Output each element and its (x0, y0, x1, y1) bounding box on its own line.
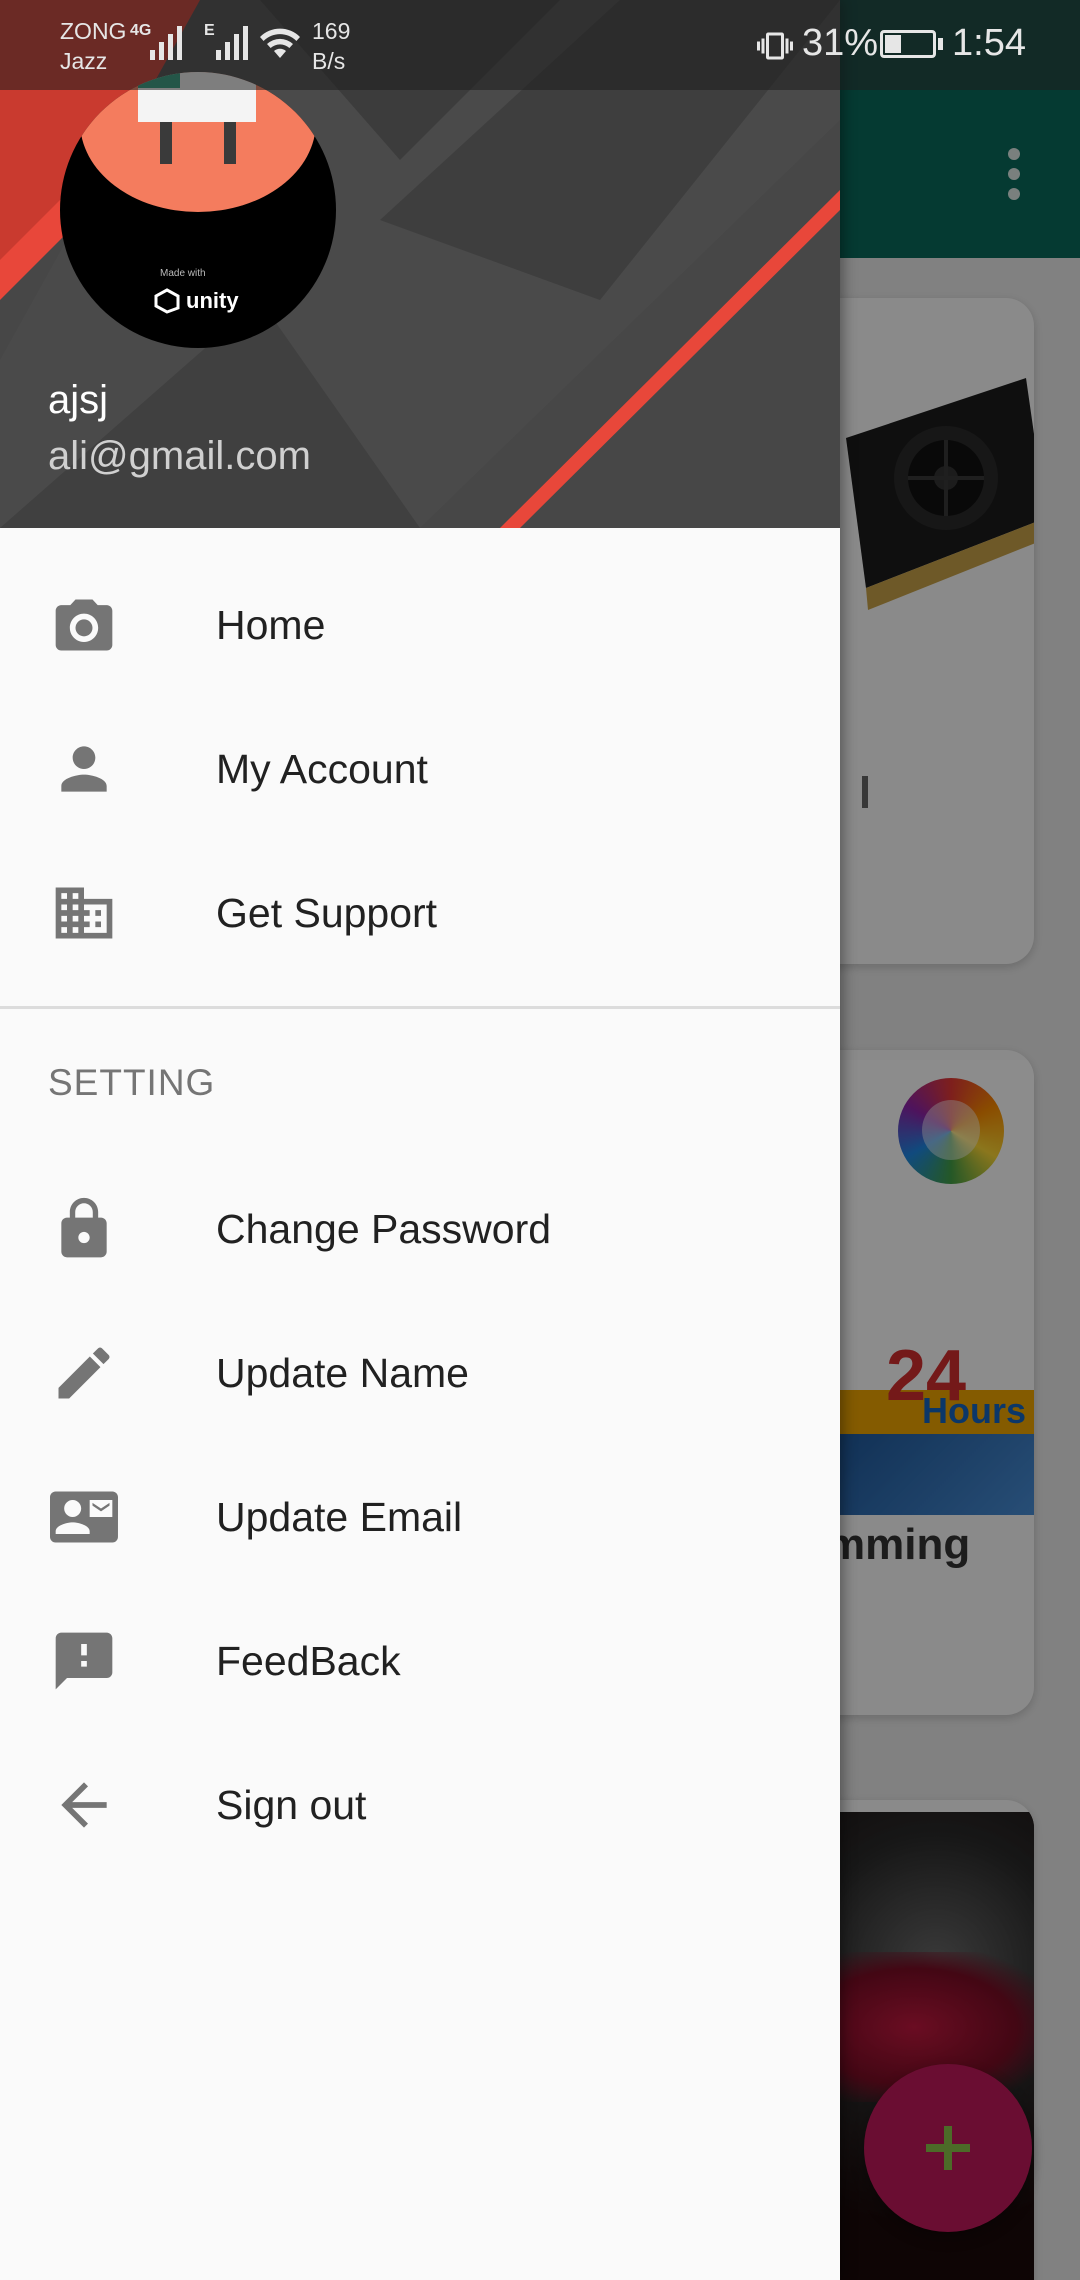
navigation-drawer: Made with unity ajsj ali@gmail.com Home … (0, 0, 840, 2280)
person-icon (48, 733, 120, 805)
pencil-icon (48, 1337, 120, 1409)
menu-item-label: Sign out (216, 1781, 367, 1828)
menu-item-label: Update Name (216, 1349, 469, 1396)
menu-item-label: Home (216, 601, 326, 648)
menu-item-update-email[interactable]: Update Email (0, 1445, 840, 1589)
battery-icon (880, 30, 936, 58)
clock: 1:54 (952, 22, 1026, 64)
menu-item-home[interactable]: Home (0, 553, 840, 697)
section-title-setting: SETTING (48, 1062, 216, 1103)
camera-icon (48, 589, 120, 661)
avatar[interactable]: Made with unity (60, 72, 336, 348)
network-type-4g: 4G (130, 22, 152, 39)
unity-logo: unity (154, 288, 239, 314)
menu-item-label: Update Email (216, 1493, 463, 1540)
menu-item-label: FeedBack (216, 1637, 401, 1684)
status-bar: ZONG Jazz 4G E 169 B/s 31% 1:54 (0, 0, 1080, 90)
network-type-e: E (204, 22, 215, 39)
lock-icon (48, 1193, 120, 1265)
signal-strength-icon (216, 18, 248, 60)
menu-item-label: Get Support (216, 889, 438, 936)
menu-item-label: My Account (216, 745, 428, 792)
carrier-name: ZONG Jazz (60, 18, 127, 74)
user-email: ali@gmail.com (48, 434, 311, 478)
menu-item-change-password[interactable]: Change Password (0, 1157, 840, 1301)
feedback-icon (48, 1625, 120, 1697)
menu-divider (0, 1006, 840, 1009)
menu-item-feedback[interactable]: FeedBack (0, 1589, 840, 1733)
contact-mail-icon (48, 1481, 120, 1553)
vibrate-icon (757, 32, 793, 60)
network-speed: 169 B/s (312, 18, 351, 74)
menu-item-label: Change Password (216, 1205, 552, 1252)
avatar-subtext: Made with (160, 268, 206, 279)
menu-item-update-name[interactable]: Update Name (0, 1301, 840, 1445)
arrow-back-icon (48, 1769, 120, 1841)
menu-item-get-support[interactable]: Get Support (0, 841, 840, 985)
battery-percent: 31% (802, 22, 879, 64)
user-name: ajsj (48, 378, 109, 422)
business-icon (48, 877, 120, 949)
menu-item-my-account[interactable]: My Account (0, 697, 840, 841)
menu-item-sign-out[interactable]: Sign out (0, 1733, 840, 1877)
signal-strength-icon (150, 18, 182, 60)
unity-icon (154, 288, 180, 314)
wifi-icon (260, 28, 300, 58)
